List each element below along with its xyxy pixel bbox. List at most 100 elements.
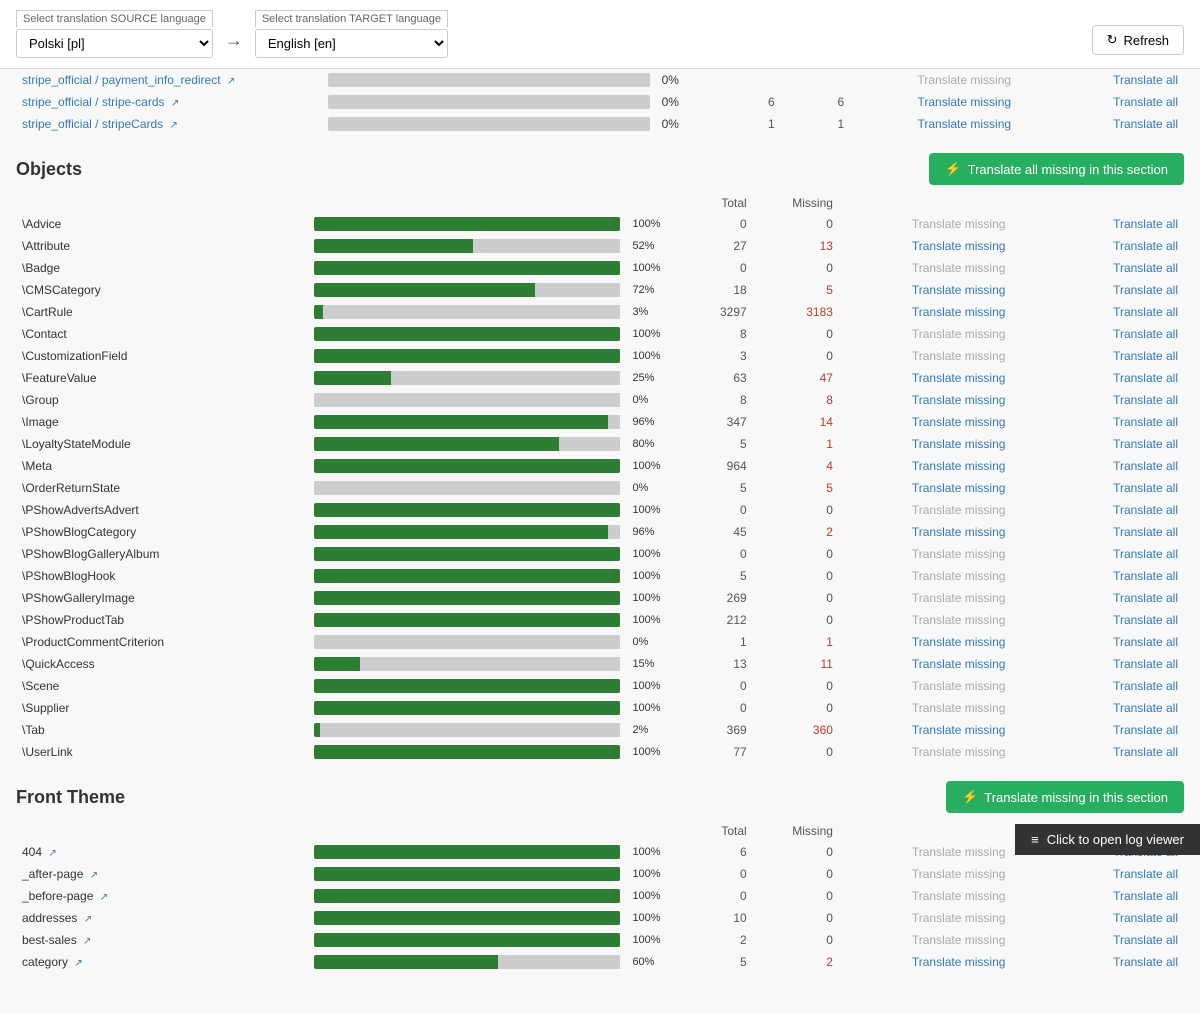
translate-all-link[interactable]: Translate all <box>1113 547 1178 561</box>
translate-missing-link[interactable]: Translate missing <box>912 525 1006 539</box>
translate-all-link[interactable]: Translate all <box>1113 889 1178 903</box>
translate-all-link[interactable]: Translate all <box>1113 745 1178 759</box>
translate-all-link[interactable]: Translate all <box>1113 95 1178 109</box>
translate-all-link[interactable]: Translate all <box>1113 261 1178 275</box>
translate-all-link[interactable]: Translate all <box>1113 117 1178 131</box>
row-translate-all[interactable]: Translate all <box>1011 411 1184 433</box>
refresh-button[interactable]: Refresh <box>1092 25 1184 55</box>
row-translate-all[interactable]: Translate all <box>1011 455 1184 477</box>
translate-all-link[interactable]: Translate all <box>1113 283 1178 297</box>
stripe-link[interactable]: stripe_official / stripe-cards <box>22 95 165 109</box>
row-translate-all[interactable]: Translate all <box>1011 389 1184 411</box>
translate-all-link[interactable]: Translate all <box>1113 911 1178 925</box>
translate-all-link[interactable]: Translate all <box>1113 635 1178 649</box>
row-translate-all[interactable]: Translate all <box>1011 499 1184 521</box>
translate-all-link[interactable]: Translate all <box>1113 569 1178 583</box>
row-translate-all[interactable]: Translate all <box>1011 697 1184 719</box>
row-translate-all[interactable]: Translate all <box>1011 609 1184 631</box>
row-translate-all[interactable]: Translate all <box>1011 587 1184 609</box>
translate-all-link[interactable]: Translate all <box>1113 459 1178 473</box>
translate-all-link[interactable]: Translate all <box>1113 591 1178 605</box>
stripe-action1[interactable]: Translate missing <box>850 91 1017 113</box>
row-translate-missing[interactable]: Translate missing <box>839 433 1012 455</box>
translate-missing-link[interactable]: Translate missing <box>912 415 1006 429</box>
row-translate-all[interactable]: Translate all <box>1011 565 1184 587</box>
translate-all-link[interactable]: Translate all <box>1113 239 1178 253</box>
translate-all-link[interactable]: Translate all <box>1113 415 1178 429</box>
row-translate-missing[interactable]: Translate missing <box>839 389 1012 411</box>
translate-all-link[interactable]: Translate all <box>1113 73 1178 87</box>
translate-all-link[interactable]: Translate all <box>1113 393 1178 407</box>
translate-all-link[interactable]: Translate all <box>1113 305 1178 319</box>
row-translate-all[interactable]: Translate all <box>1011 885 1184 907</box>
translate-all-link[interactable]: Translate all <box>1113 349 1178 363</box>
translate-missing-link[interactable]: Translate missing <box>912 393 1006 407</box>
row-translate-all[interactable]: Translate all <box>1011 863 1184 885</box>
row-translate-all[interactable]: Translate all <box>1011 951 1184 973</box>
row-translate-missing[interactable]: Translate missing <box>839 521 1012 543</box>
row-translate-all[interactable]: Translate all <box>1011 675 1184 697</box>
translate-all-link[interactable]: Translate all <box>1113 503 1178 517</box>
translate-missing-link[interactable]: Translate missing <box>912 283 1006 297</box>
translate-missing-link[interactable]: Translate missing <box>917 117 1011 131</box>
target-lang-select[interactable]: English [en]Polski [pl]Deutsch [de]Franç… <box>255 29 448 58</box>
row-translate-all[interactable]: Translate all <box>1011 653 1184 675</box>
row-translate-missing[interactable]: Translate missing <box>839 411 1012 433</box>
translate-all-link[interactable]: Translate all <box>1113 437 1178 451</box>
translate-missing-link[interactable]: Translate missing <box>912 459 1006 473</box>
row-translate-missing[interactable]: Translate missing <box>839 367 1012 389</box>
row-translate-missing[interactable]: Translate missing <box>839 455 1012 477</box>
translate-all-link[interactable]: Translate all <box>1113 933 1178 947</box>
row-translate-missing[interactable]: Translate missing <box>839 301 1012 323</box>
translate-all-link[interactable]: Translate all <box>1113 723 1178 737</box>
row-translate-missing[interactable]: Translate missing <box>839 631 1012 653</box>
translate-missing-link[interactable]: Translate missing <box>912 371 1006 385</box>
translate-all-link[interactable]: Translate all <box>1113 679 1178 693</box>
translate-missing-link[interactable]: Translate missing <box>912 305 1006 319</box>
translate-all-link[interactable]: Translate all <box>1113 327 1178 341</box>
row-translate-all[interactable]: Translate all <box>1011 279 1184 301</box>
translate-all-link[interactable]: Translate all <box>1113 701 1178 715</box>
stripe-action2[interactable]: Translate all <box>1017 69 1184 91</box>
translate-all-link[interactable]: Translate all <box>1113 481 1178 495</box>
row-translate-all[interactable]: Translate all <box>1011 323 1184 345</box>
translate-missing-link[interactable]: Translate missing <box>912 955 1006 969</box>
translate-all-link[interactable]: Translate all <box>1113 657 1178 671</box>
stripe-action1[interactable]: Translate missing <box>850 113 1017 135</box>
row-translate-missing[interactable]: Translate missing <box>839 719 1012 741</box>
row-translate-all[interactable]: Translate all <box>1011 477 1184 499</box>
row-translate-all[interactable]: Translate all <box>1011 521 1184 543</box>
row-translate-missing[interactable]: Translate missing <box>839 951 1012 973</box>
translate-missing-link[interactable]: Translate missing <box>917 95 1011 109</box>
translate-all-link[interactable]: Translate all <box>1113 525 1178 539</box>
row-translate-missing[interactable]: Translate missing <box>839 279 1012 301</box>
row-translate-all[interactable]: Translate all <box>1011 631 1184 653</box>
row-translate-all[interactable]: Translate all <box>1011 929 1184 951</box>
translate-all-link[interactable]: Translate all <box>1113 955 1178 969</box>
row-translate-missing[interactable]: Translate missing <box>839 477 1012 499</box>
stripe-link[interactable]: stripe_official / stripeCards <box>22 117 163 131</box>
translate-all-link[interactable]: Translate all <box>1113 867 1178 881</box>
translate-all-link[interactable]: Translate all <box>1113 371 1178 385</box>
row-translate-missing[interactable]: Translate missing <box>839 653 1012 675</box>
translate-all-link[interactable]: Translate all <box>1113 613 1178 627</box>
row-translate-all[interactable]: Translate all <box>1011 213 1184 235</box>
row-translate-missing[interactable]: Translate missing <box>839 235 1012 257</box>
translate-missing-link[interactable]: Translate missing <box>912 437 1006 451</box>
row-translate-all[interactable]: Translate all <box>1011 907 1184 929</box>
row-translate-all[interactable]: Translate all <box>1011 345 1184 367</box>
stripe-action2[interactable]: Translate all <box>1017 113 1184 135</box>
stripe-action2[interactable]: Translate all <box>1017 91 1184 113</box>
log-viewer-toast[interactable]: ≡ Click to open log viewer <box>1015 824 1200 855</box>
translate-missing-link[interactable]: Translate missing <box>912 635 1006 649</box>
row-translate-all[interactable]: Translate all <box>1011 433 1184 455</box>
translate-missing-link[interactable]: Translate missing <box>912 481 1006 495</box>
row-translate-all[interactable]: Translate all <box>1011 367 1184 389</box>
row-translate-all[interactable]: Translate all <box>1011 235 1184 257</box>
row-translate-all[interactable]: Translate all <box>1011 301 1184 323</box>
translate-all-link[interactable]: Translate all <box>1113 217 1178 231</box>
row-translate-all[interactable]: Translate all <box>1011 741 1184 763</box>
row-translate-all[interactable]: Translate all <box>1011 719 1184 741</box>
row-translate-all[interactable]: Translate all <box>1011 543 1184 565</box>
stripe-link[interactable]: stripe_official / payment_info_redirect <box>22 73 221 87</box>
